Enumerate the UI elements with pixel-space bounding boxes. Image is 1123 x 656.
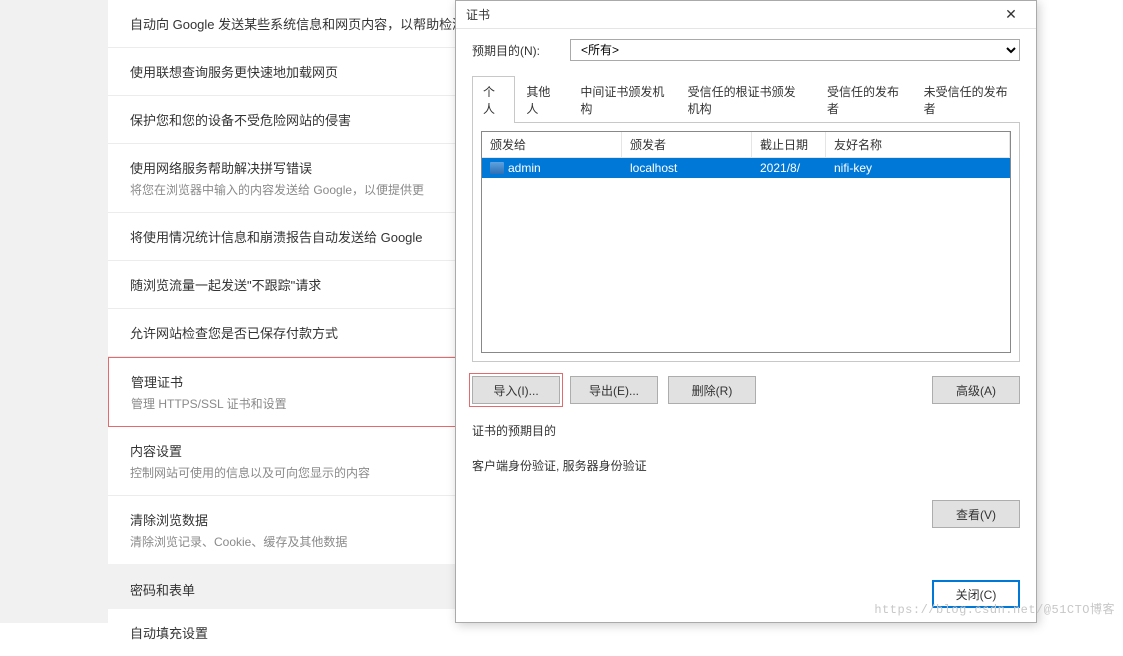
export-button[interactable]: 导出(E)...: [570, 376, 658, 404]
dialog-footer: 关闭(C): [456, 562, 1036, 622]
col-header-friendly-name[interactable]: 友好名称: [826, 132, 1010, 157]
cert-cell-expiry: 2021/8/: [752, 158, 826, 178]
dialog-titlebar: 证书 ✕: [456, 1, 1036, 29]
cert-cell-issued-to: admin: [482, 158, 622, 178]
cert-purpose-text: 客户端身份验证, 服务器身份验证: [472, 457, 1020, 474]
cert-purpose-label: 证书的预期目的: [472, 422, 1020, 439]
col-header-expiry[interactable]: 截止日期: [752, 132, 826, 157]
col-header-issued-by[interactable]: 颁发者: [622, 132, 752, 157]
tab-intermediate-ca[interactable]: 中间证书颁发机构: [569, 76, 676, 123]
view-button-row: 查看(V): [472, 500, 1020, 528]
delete-button[interactable]: 删除(R): [668, 376, 756, 404]
cert-tabs: 个人 其他人 中间证书颁发机构 受信任的根证书颁发机构 受信任的发布者 未受信任…: [472, 75, 1020, 123]
view-button[interactable]: 查看(V): [932, 500, 1020, 528]
spacer: [766, 376, 922, 404]
dialog-title: 证书: [466, 6, 490, 23]
cert-action-buttons: 导入(I)... 导出(E)... 删除(R) 高级(A): [472, 376, 1020, 404]
purpose-filter-row: 预期目的(N): <所有>: [472, 39, 1020, 61]
purpose-filter-select[interactable]: <所有>: [570, 39, 1020, 61]
tab-trusted-publishers[interactable]: 受信任的发布者: [816, 76, 913, 123]
close-icon[interactable]: ✕: [994, 5, 1028, 25]
dialog-body: 预期目的(N): <所有> 个人 其他人 中间证书颁发机构 受信任的根证书颁发机…: [456, 29, 1036, 562]
cert-list-container: 颁发给 颁发者 截止日期 友好名称 admin localhost 2021/8…: [472, 123, 1020, 362]
tab-personal[interactable]: 个人: [472, 76, 515, 123]
import-button[interactable]: 导入(I)...: [472, 376, 560, 404]
cert-row[interactable]: admin localhost 2021/8/ nifi-key: [482, 158, 1010, 178]
purpose-filter-label: 预期目的(N):: [472, 42, 540, 59]
col-header-issued-to[interactable]: 颁发给: [482, 132, 622, 157]
advanced-button[interactable]: 高级(A): [932, 376, 1020, 404]
cert-cell-text: admin: [508, 161, 541, 175]
certificate-icon: [490, 162, 504, 174]
tab-untrusted-publishers[interactable]: 未受信任的发布者: [913, 76, 1020, 123]
cert-list[interactable]: 颁发给 颁发者 截止日期 友好名称 admin localhost 2021/8…: [481, 131, 1011, 353]
cert-header-row: 颁发给 颁发者 截止日期 友好名称: [482, 132, 1010, 158]
cert-cell-friendly-name: nifi-key: [826, 158, 1010, 178]
close-button[interactable]: 关闭(C): [932, 580, 1020, 608]
certificates-dialog: 证书 ✕ 预期目的(N): <所有> 个人 其他人 中间证书颁发机构 受信任的根…: [455, 0, 1037, 623]
tab-trusted-root-ca[interactable]: 受信任的根证书颁发机构: [677, 76, 816, 123]
tab-other-people[interactable]: 其他人: [515, 76, 569, 123]
cert-cell-issued-by: localhost: [622, 158, 752, 178]
setting-item-title: 自动填充设置: [130, 623, 786, 642]
cert-purpose-group: 证书的预期目的 客户端身份验证, 服务器身份验证 查看(V): [472, 422, 1020, 552]
